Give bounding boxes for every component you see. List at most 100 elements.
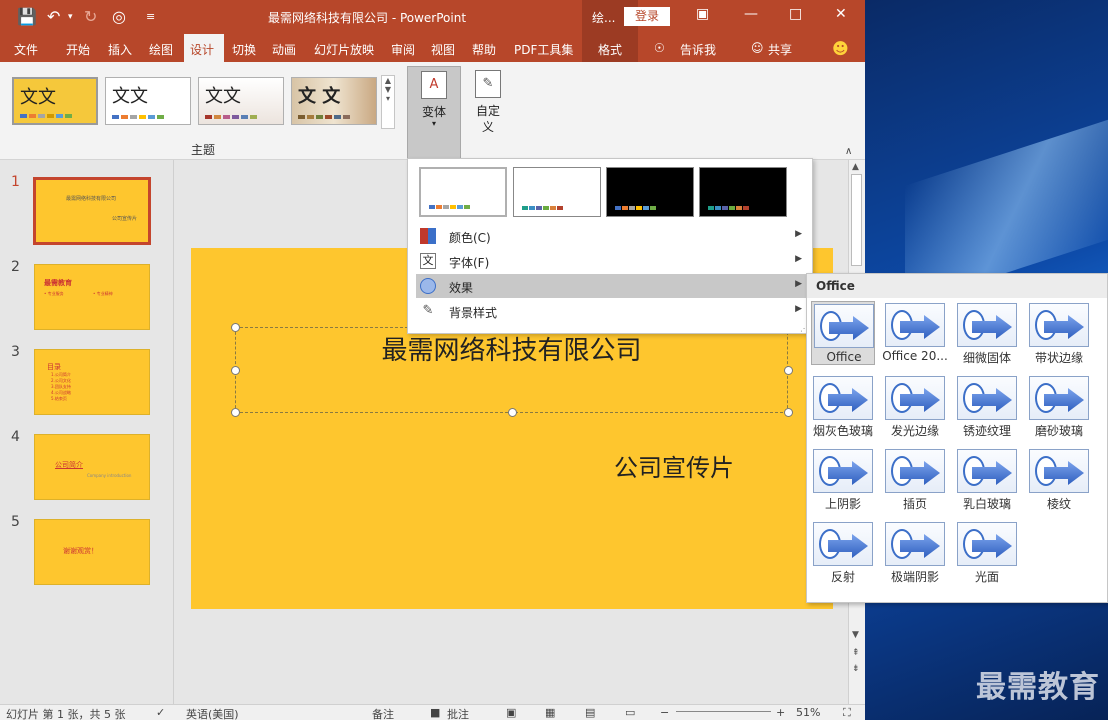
- slide-thumbnail-5[interactable]: 谢谢观赏！: [34, 519, 150, 585]
- effect-option[interactable]: Office 20...: [882, 301, 948, 365]
- scroll-thumb[interactable]: [851, 174, 862, 266]
- tab-view[interactable]: 视图: [431, 41, 455, 58]
- effect-option[interactable]: 烟灰色玻璃: [811, 374, 875, 438]
- tab-review[interactable]: 审阅: [391, 41, 415, 58]
- variants-button[interactable]: A 变体 ▾: [407, 66, 461, 160]
- maximize-icon[interactable]: □: [789, 6, 802, 22]
- title-bar: 💾 ↶ ▾ ↻ ◎ ≡ 最需网络科技有限公司 - PowerPoint 绘...…: [0, 0, 865, 34]
- tab-file[interactable]: 文件: [14, 41, 38, 58]
- ribbon-display-icon[interactable]: ▣: [696, 6, 709, 22]
- menu-item-fonts[interactable]: 文 字体(F) ▶: [416, 249, 806, 273]
- menu-item-colors[interactable]: 颜色(C) ▶: [416, 224, 806, 248]
- menu-item-effects[interactable]: 效果 ▶: [416, 274, 806, 298]
- chevron-right-icon: ▶: [795, 279, 802, 289]
- effect-label: 光面: [974, 570, 999, 584]
- undo-icon[interactable]: ↶: [47, 7, 60, 26]
- slide-thumbnail-3[interactable]: 目录 1.公司简介 2.公司文化 3.团队支持 4.公司战略 5.结束页: [34, 349, 150, 415]
- chevron-right-icon: ▶: [795, 229, 802, 239]
- reading-view-icon[interactable]: ▤: [585, 706, 595, 719]
- theme-thumbnail-4[interactable]: 文 文: [291, 77, 377, 125]
- notes-button[interactable]: 备注: [372, 706, 394, 720]
- comments-icon[interactable]: ■: [430, 706, 440, 719]
- effect-option[interactable]: 细微固体: [955, 301, 1019, 365]
- theme-gallery-scroll[interactable]: ▲ ▼ ▾: [381, 75, 395, 129]
- save-icon[interactable]: 💾: [17, 7, 37, 26]
- tab-pdf[interactable]: PDF工具集: [514, 41, 573, 58]
- minimize-icon[interactable]: —: [744, 6, 758, 22]
- menu-item-background-styles[interactable]: ✎ 背景样式 ▶: [416, 299, 806, 323]
- effect-label: Office 20...: [882, 349, 948, 363]
- tab-transitions[interactable]: 切换: [232, 41, 256, 58]
- slide-subtitle[interactable]: 公司宣传片: [614, 448, 734, 483]
- effect-option[interactable]: 极端阴影: [883, 520, 947, 584]
- effect-option[interactable]: 光面: [955, 520, 1019, 584]
- effect-option[interactable]: Office: [811, 301, 875, 365]
- fit-to-window-icon[interactable]: ⛶: [843, 706, 851, 720]
- start-slideshow-icon[interactable]: ◎: [112, 7, 126, 26]
- effect-option[interactable]: 锈迹纹理: [955, 374, 1019, 438]
- language-status[interactable]: 英语(美国): [186, 706, 239, 720]
- variant-thumbnail-1[interactable]: [419, 167, 507, 217]
- resize-handle[interactable]: [231, 366, 240, 375]
- scroll-up-icon[interactable]: ▲: [852, 162, 859, 172]
- comments-button[interactable]: 批注: [447, 706, 469, 720]
- tab-design[interactable]: 设计: [184, 34, 224, 62]
- effect-option[interactable]: 棱纹: [1027, 447, 1091, 511]
- effect-label: 锈迹纹理: [962, 424, 1011, 438]
- tab-draw[interactable]: 绘图: [149, 41, 173, 58]
- zoom-level[interactable]: 51%: [796, 706, 820, 719]
- resize-handle[interactable]: [508, 408, 517, 417]
- redo-icon[interactable]: ↻: [84, 7, 97, 26]
- effect-option[interactable]: 乳白玻璃: [955, 447, 1019, 511]
- effect-option[interactable]: 反射: [811, 520, 875, 584]
- undo-dropdown-icon[interactable]: ▾: [68, 12, 73, 22]
- customize-toolbar-icon[interactable]: ≡: [146, 10, 155, 23]
- tab-help[interactable]: 帮助: [472, 41, 496, 58]
- variant-thumbnail-4[interactable]: [699, 167, 787, 217]
- zoom-in-icon[interactable]: +: [776, 706, 785, 719]
- slide-thumbnail-2[interactable]: 最需教育 • 专业服务 • 专业精神: [34, 264, 150, 330]
- tell-me-search[interactable]: 告诉我: [680, 41, 716, 58]
- slideshow-view-icon[interactable]: ▭: [625, 706, 635, 719]
- slide-sorter-icon[interactable]: ▦: [545, 706, 555, 719]
- effect-option[interactable]: 带状边缘: [1027, 301, 1091, 365]
- spellcheck-icon[interactable]: ✓: [156, 706, 165, 719]
- tab-home[interactable]: 开始: [66, 41, 90, 58]
- zoom-slider[interactable]: [676, 711, 771, 712]
- effects-submenu: Office Office Office 20... 细微固体 带状边缘 烟灰色玻璃 发光…: [806, 273, 1108, 603]
- variant-thumbnail-2[interactable]: [513, 167, 601, 217]
- variant-thumbnail-3[interactable]: [606, 167, 694, 217]
- title-textbox[interactable]: 最需网络科技有限公司: [231, 323, 793, 417]
- theme-thumbnail-1[interactable]: 文文: [12, 77, 98, 125]
- slide-thumbnail-4[interactable]: 公司简介 Company introduction: [34, 434, 150, 500]
- theme-thumbnail-2[interactable]: 文文: [105, 77, 191, 125]
- tab-format[interactable]: 格式: [598, 41, 622, 58]
- effect-option[interactable]: 插页: [883, 447, 947, 511]
- tab-insert[interactable]: 插入: [108, 41, 132, 58]
- resize-handle[interactable]: [231, 323, 240, 332]
- effect-option[interactable]: 磨砂玻璃: [1027, 374, 1091, 438]
- resize-handle[interactable]: [231, 408, 240, 417]
- collapse-ribbon-icon[interactable]: ∧: [845, 146, 852, 157]
- resize-handle[interactable]: [784, 366, 793, 375]
- effect-label: 插页: [902, 497, 927, 511]
- login-button[interactable]: 登录: [624, 7, 670, 26]
- close-icon[interactable]: ✕: [835, 6, 847, 22]
- tab-slideshow[interactable]: 幻灯片放映: [314, 41, 374, 58]
- tab-animations[interactable]: 动画: [272, 41, 296, 58]
- theme-thumbnail-3[interactable]: 文文: [198, 77, 284, 125]
- background-styles-icon: ✎: [422, 303, 434, 318]
- zoom-out-icon[interactable]: −: [660, 706, 669, 719]
- previous-slide-icon[interactable]: ⇞: [852, 648, 860, 658]
- next-slide-icon[interactable]: ⇟: [852, 664, 860, 674]
- effect-preview-icon: [885, 303, 945, 347]
- effect-option[interactable]: 上阴影: [811, 447, 875, 511]
- slide-thumbnail-1[interactable]: 最需网络科技有限公司 公司宣传片: [33, 177, 151, 245]
- share-button[interactable]: 共享: [768, 41, 792, 58]
- normal-view-icon[interactable]: ▣: [506, 706, 516, 719]
- effect-option[interactable]: 发光边缘: [883, 374, 947, 438]
- resize-handle[interactable]: [784, 408, 793, 417]
- smiley-feedback-icon[interactable]: ☻: [832, 39, 849, 58]
- scroll-down-icon[interactable]: ▼: [852, 630, 859, 640]
- customize-button[interactable]: ✎ 自定 义: [467, 66, 509, 146]
